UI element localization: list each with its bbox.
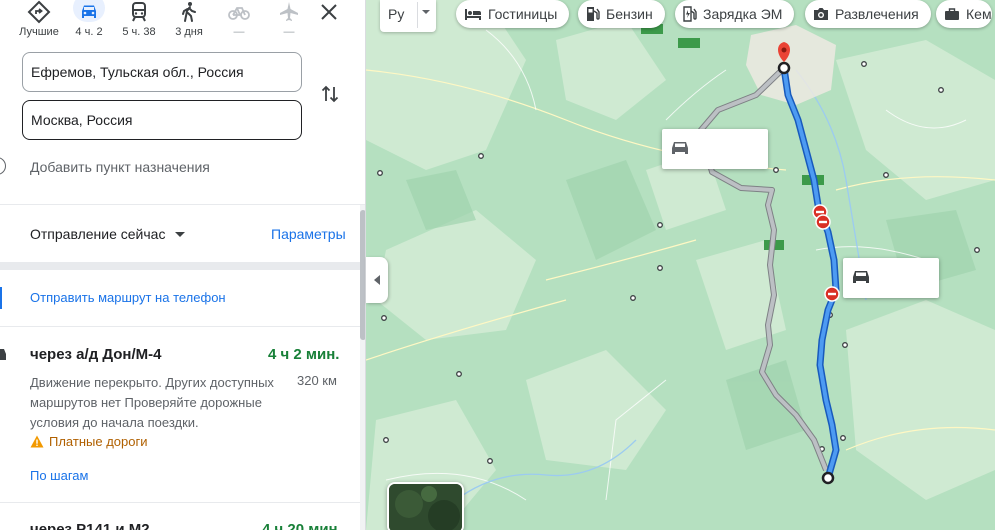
step-by-step-link[interactable]: По шагам [30, 468, 88, 483]
chip-gas-label: Бензин [606, 6, 653, 22]
route-1-note: Движение перекрыто. Других доступных мар… [30, 375, 274, 430]
route-1-distance: 320 км [297, 373, 337, 388]
mode-flight-label: — [283, 26, 295, 38]
depart-time-dropdown[interactable]: Отправление сейчас [30, 226, 186, 242]
mode-bike-label: — [233, 26, 245, 38]
walking-icon [182, 2, 196, 22]
chip-more[interactable]: Кем [936, 0, 992, 28]
language-separator [417, 2, 418, 28]
camera-icon [814, 8, 828, 20]
bicycle-icon [228, 7, 250, 20]
origin-input[interactable]: Ефремов, Тульская обл., Россия [22, 52, 302, 92]
chip-ev-charging[interactable]: Зарядка ЭМ [675, 0, 795, 28]
mode-transit-button[interactable]: 5 ч. 38 [114, 0, 164, 44]
close-icon[interactable] [316, 0, 342, 26]
language-label: Ру [388, 6, 405, 22]
airplane-icon [280, 2, 298, 21]
chip-entertainment-label: Развлечения [835, 6, 919, 22]
car-icon [82, 5, 96, 18]
mode-flight-button[interactable]: — [264, 0, 314, 44]
swap-icon[interactable] [318, 82, 342, 106]
diamond-directions-icon [27, 0, 51, 24]
mode-best-label: Лучшие [19, 26, 59, 38]
mode-walk-label: 3 дня [175, 26, 203, 38]
mode-car-button[interactable]: 4 ч. 2 [64, 0, 114, 44]
route-callout-alt[interactable] [662, 129, 768, 169]
caret-down-icon [422, 10, 430, 14]
mode-car-label: 4 ч. 2 [75, 26, 103, 38]
divider [0, 326, 365, 327]
divider [0, 204, 365, 205]
satellite-preview [389, 484, 462, 530]
origin-input-value: Ефремов, Тульская обл., Россия [31, 64, 244, 80]
mode-best-button[interactable]: Лучшие [14, 0, 64, 44]
warning-icon [30, 435, 44, 448]
route-2-title[interactable]: через Р141 и М2 [30, 521, 150, 530]
send-phone-marker [0, 287, 2, 309]
suitcase-icon [945, 8, 959, 20]
section-separator [0, 262, 360, 270]
toll-warning: Платные дороги [30, 434, 147, 449]
mode-bike-button[interactable]: — [214, 0, 264, 44]
send-to-phone-link[interactable]: Отправить маршрут на телефон [30, 290, 226, 305]
mode-walk-button[interactable]: 3 дня [164, 0, 214, 44]
divider [0, 502, 365, 503]
add-destination-label: Добавить пункт назначения [30, 159, 210, 175]
route-1-title[interactable]: через а/д Дон/М-4 [30, 346, 161, 363]
chip-entertainment[interactable]: Развлечения [805, 0, 931, 28]
route-callout-primary[interactable] [843, 258, 939, 298]
route-1-time: 4 ч 2 мин. [268, 346, 340, 363]
add-circle-icon [0, 157, 6, 175]
chip-gas[interactable]: Бензин [578, 0, 665, 28]
ev-charging-icon [683, 6, 697, 22]
depart-time-label: Отправление сейчас [30, 226, 166, 242]
map-canvas[interactable] [366, 0, 995, 530]
chip-more-label: Кем [966, 6, 992, 22]
layers-thumbnail[interactable] [387, 482, 464, 530]
chip-ev-charging-label: Зарядка ЭМ [703, 6, 783, 22]
car-icon [853, 271, 869, 283]
chevron-left-icon [374, 275, 380, 285]
mode-transit-label: 5 ч. 38 [122, 26, 156, 38]
hotel-icon [465, 9, 481, 20]
gas-station-icon [587, 7, 600, 21]
route-2-time: 4 ч 20 мин. [262, 521, 342, 530]
travel-mode-bar: Лучшие 4 ч. 2 5 ч. 38 3 дня — — [0, 0, 365, 44]
chip-hotels[interactable]: Гостиницы [456, 0, 570, 28]
collapse-panel-button[interactable] [366, 257, 388, 303]
destination-input-value: Москва, Россия [31, 112, 133, 128]
train-icon [132, 2, 146, 22]
car-icon [0, 349, 6, 360]
destination-input[interactable]: Москва, Россия [22, 100, 302, 140]
caret-down-icon [175, 231, 186, 237]
toll-warning-label: Платные дороги [49, 434, 148, 449]
language-button[interactable]: Ру [380, 0, 436, 32]
chip-hotels-label: Гостиницы [488, 6, 558, 22]
directions-panel: Лучшие 4 ч. 2 5 ч. 38 3 дня — — Ефремов,… [0, 0, 366, 530]
car-icon [672, 142, 688, 154]
options-link[interactable]: Параметры [271, 226, 346, 242]
